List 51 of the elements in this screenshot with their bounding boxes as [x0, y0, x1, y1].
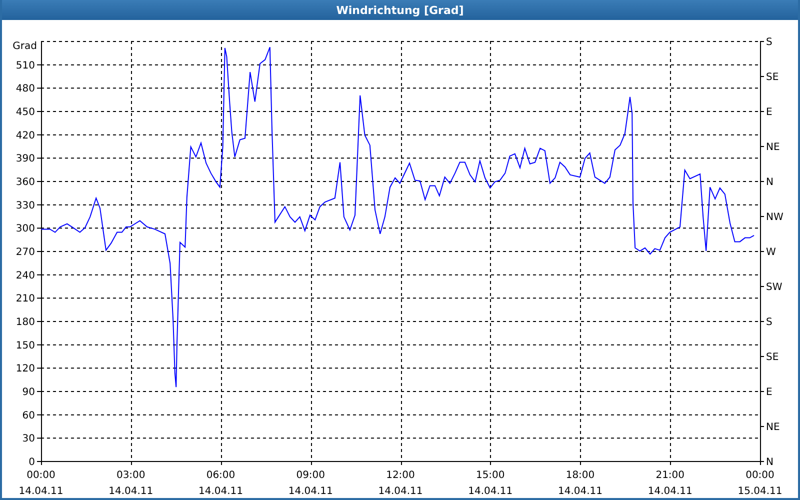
direction-label: N: [766, 177, 774, 188]
direction-label: NE: [766, 422, 780, 433]
direction-label: E: [766, 107, 772, 118]
direction-label: S: [766, 317, 772, 328]
date-label: 14.04.11: [108, 486, 154, 497]
tick-label: 0: [28, 457, 35, 468]
date-label: 14.04.11: [648, 486, 692, 497]
time-label: 12:00: [386, 470, 415, 481]
direction-label: SE: [766, 72, 779, 83]
tick-label: 180: [16, 317, 35, 328]
tick-label: 390: [16, 154, 35, 165]
tick-label: 420: [16, 130, 35, 142]
tick-label: 480: [16, 84, 35, 95]
time-label: 06:00: [206, 470, 236, 481]
direction-label: N: [766, 457, 774, 468]
direction-label: E: [766, 387, 772, 398]
date-label: 15.04.11: [738, 486, 782, 497]
direction-label: W: [766, 247, 776, 258]
tick-label: 210: [16, 294, 35, 305]
date-label: 14.04.11: [378, 486, 423, 497]
tick-label: 510: [16, 60, 35, 72]
direction-label: SW: [766, 282, 782, 293]
window-title: Windrichtung [Grad]: [336, 4, 464, 16]
tick-label: 240: [16, 270, 35, 282]
direction-label: NE: [766, 142, 780, 153]
direction-label: S: [766, 37, 772, 48]
date-label: 14.04.11: [198, 486, 244, 497]
tick-label: 60: [22, 410, 35, 422]
time-label: 15:00: [476, 470, 505, 481]
tick-label: 120: [16, 364, 35, 375]
date-label: 14.04.11: [468, 486, 513, 497]
date-label: 14.04.11: [558, 486, 603, 497]
date-label: 14.04.11: [288, 486, 333, 497]
time-label: 03:00: [116, 470, 146, 481]
tick-label: 30: [22, 434, 35, 445]
time-label: 21:00: [656, 470, 685, 481]
time-label: 09:00: [296, 470, 326, 481]
tick-label: 330: [16, 200, 35, 212]
y-axis-label: Grad: [12, 41, 37, 52]
direction-label: NW: [766, 212, 784, 223]
tick-label: 150: [16, 340, 35, 352]
time-label: 00:00: [746, 470, 774, 481]
tick-label: 300: [16, 224, 35, 235]
tick-label: 450: [16, 107, 35, 118]
time-label: 18:00: [566, 470, 595, 481]
direction-label: SE: [766, 352, 779, 363]
tick-label: 270: [16, 247, 35, 258]
tick-label: 360: [16, 177, 35, 188]
tick-label: 90: [22, 387, 35, 398]
date-label: 14.04.11: [18, 486, 64, 497]
time-label: 00:00: [26, 470, 56, 481]
